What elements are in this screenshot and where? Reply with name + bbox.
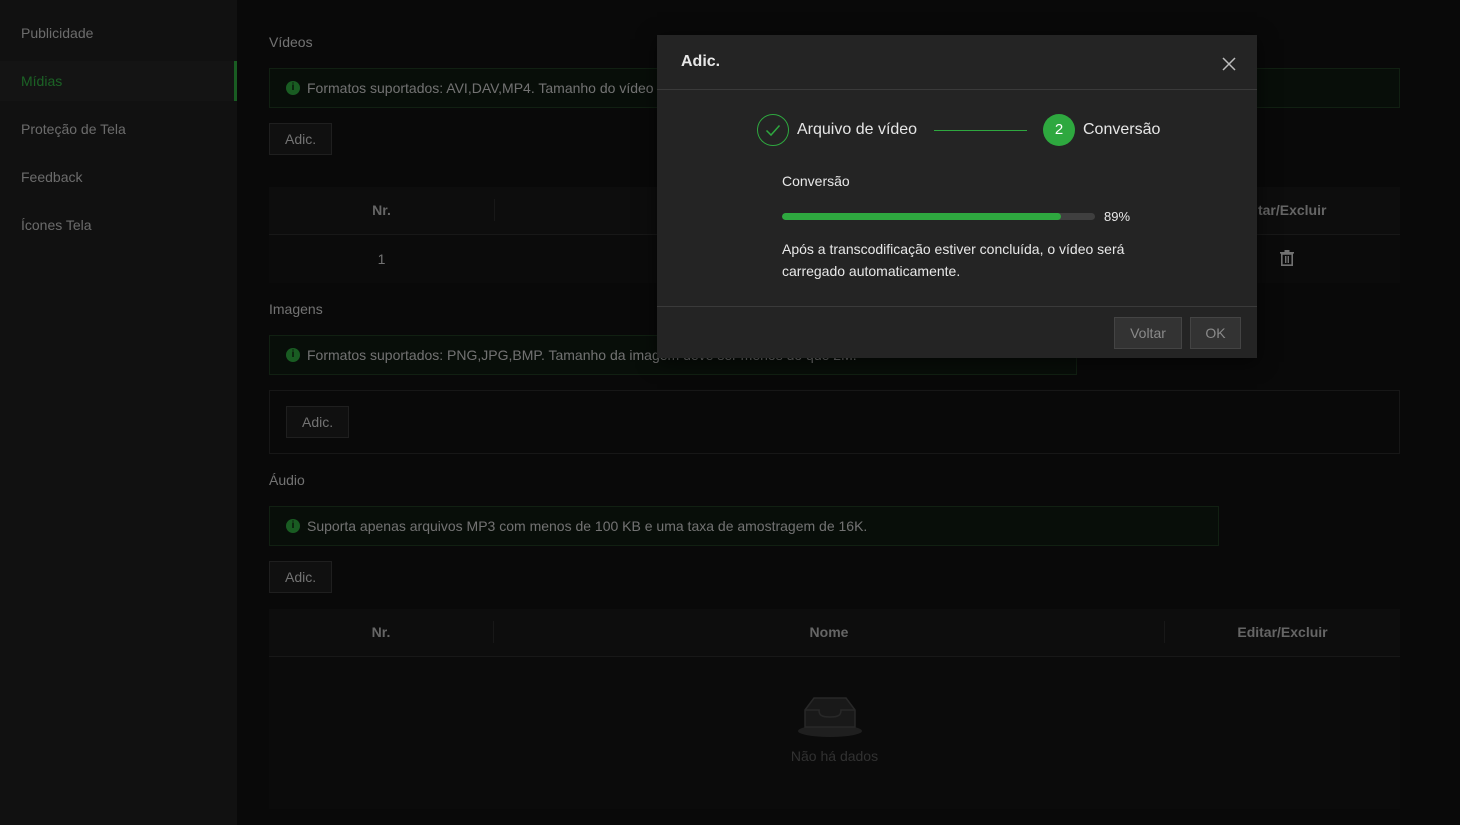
- step-2-indicator: 2: [1043, 114, 1075, 146]
- conversion-progress-fill: [782, 213, 1061, 220]
- close-icon[interactable]: [1218, 53, 1240, 75]
- step-2-label: Conversão: [1083, 121, 1161, 138]
- back-button[interactable]: Voltar: [1114, 317, 1182, 349]
- add-video-dialog: Adic. Arquivo de vídeo 2 Conversão Conve…: [657, 35, 1257, 358]
- step-1-label: Arquivo de vídeo: [797, 121, 918, 138]
- conversion-note: Após a transcodificação estiver concluíd…: [782, 241, 1125, 279]
- step-1-indicator: [757, 114, 789, 146]
- ok-button[interactable]: OK: [1190, 317, 1241, 349]
- dialog-footer-divider: [657, 306, 1257, 307]
- conversion-progress-bar: [782, 213, 1095, 220]
- check-icon: [765, 124, 781, 137]
- conversion-label: Conversão: [782, 173, 850, 189]
- dialog-title: Adic.: [681, 53, 721, 70]
- conversion-progress-text: 89%: [1104, 209, 1131, 224]
- dialog-header-divider: [657, 89, 1257, 90]
- step-connector: [934, 130, 1027, 131]
